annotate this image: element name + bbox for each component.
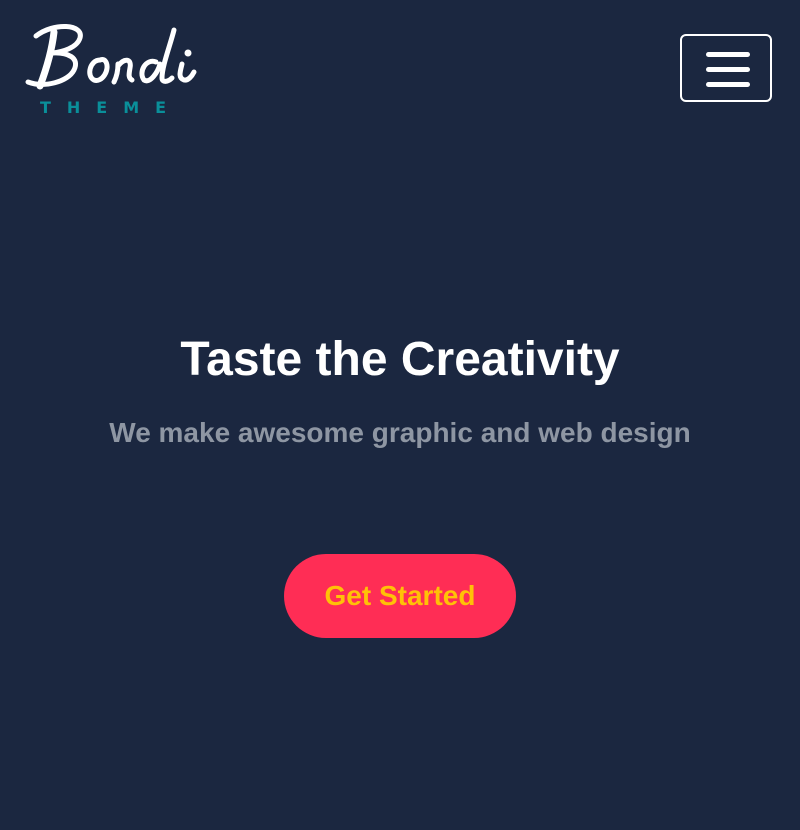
hero-title: Taste the Creativity [180, 333, 620, 386]
logo-tagline: THEME [40, 98, 183, 117]
hamburger-menu-icon-bar [706, 67, 750, 72]
get-started-button[interactable]: Get Started [284, 554, 516, 638]
hamburger-menu-button[interactable] [680, 34, 772, 102]
hamburger-menu-icon-bar [706, 82, 750, 87]
hero-subtitle: We make awesome graphic and web design [109, 417, 691, 448]
site-logo[interactable]: THEME [22, 20, 202, 120]
bondi-script-logo [25, 23, 197, 90]
hamburger-menu-icon-bar [706, 52, 750, 57]
hero-page: THEME Taste the Creativity We make aweso… [0, 0, 800, 830]
